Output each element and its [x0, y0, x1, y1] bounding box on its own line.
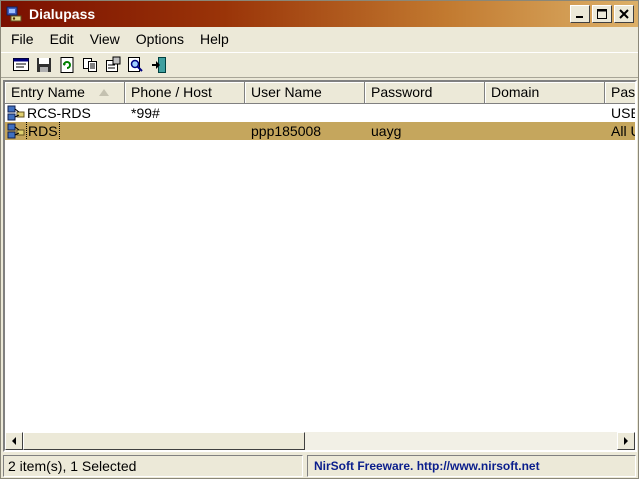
arrow-right-icon	[624, 437, 628, 445]
status-item-count: 2 item(s), 1 Selected	[3, 455, 303, 477]
title-bar[interactable]: Dialupass	[1, 1, 638, 27]
find-button[interactable]	[126, 55, 146, 75]
menu-file[interactable]: File	[3, 28, 42, 50]
scroll-right-button[interactable]	[617, 432, 635, 450]
refresh-button[interactable]	[57, 55, 77, 75]
window-title: Dialupass	[29, 6, 96, 22]
refresh-icon	[60, 57, 74, 73]
dialupass-app-icon	[5, 5, 23, 23]
sort-ascending-icon	[99, 89, 109, 96]
minimize-button[interactable]	[570, 5, 590, 23]
maximize-icon	[597, 9, 607, 19]
menu-help[interactable]: Help	[192, 28, 237, 50]
save-icon	[37, 58, 51, 72]
menu-view[interactable]: View	[82, 28, 128, 50]
table-row[interactable]: RCS-RDS *99# USE	[5, 104, 637, 122]
save-button[interactable]	[34, 55, 54, 75]
column-entry-name[interactable]: Entry Name	[5, 82, 125, 104]
menu-edit[interactable]: Edit	[42, 28, 82, 50]
exit-icon	[152, 57, 166, 73]
list-rows: RCS-RDS *99# USE RDS ppp185008 uayg All	[5, 104, 637, 140]
horizontal-scrollbar[interactable]	[5, 432, 635, 450]
table-row-selected[interactable]: RDS ppp185008 uayg All U	[5, 122, 635, 140]
arrow-left-icon	[12, 437, 16, 445]
copy-icon	[83, 58, 97, 72]
entry-name: RDS	[26, 122, 60, 140]
close-button[interactable]	[614, 5, 634, 23]
phone-host: *99#	[131, 105, 160, 121]
list-header: Entry Name Phone / Host User Name Passwo…	[5, 82, 635, 104]
user-name: ppp185008	[251, 123, 322, 139]
menu-bar: File Edit View Options Help	[1, 27, 638, 51]
column-password[interactable]: Password	[365, 82, 485, 104]
password: uayg	[371, 123, 402, 139]
pas: USE	[611, 105, 637, 121]
dialup-connection-icon	[7, 123, 25, 139]
close-icon	[619, 9, 629, 19]
pas: All U	[611, 123, 635, 139]
domain	[485, 104, 605, 122]
toolbar	[1, 52, 638, 78]
find-icon	[128, 57, 143, 72]
password	[365, 104, 485, 122]
domain	[485, 122, 605, 140]
copy-button[interactable]	[80, 55, 100, 75]
html-report-icon	[106, 56, 121, 72]
scroll-left-button[interactable]	[5, 432, 23, 450]
status-bar: 2 item(s), 1 Selected NirSoft Freeware. …	[1, 454, 638, 478]
column-pas[interactable]: Pas	[605, 82, 635, 104]
column-domain[interactable]: Domain	[485, 82, 605, 104]
exit-button[interactable]	[149, 55, 169, 75]
column-phone-host[interactable]: Phone / Host	[125, 82, 245, 104]
entries-list[interactable]: Entry Name Phone / Host User Name Passwo…	[3, 80, 637, 452]
window-controls	[570, 5, 634, 23]
nirsoft-link[interactable]: NirSoft Freeware. http://www.nirsoft.net	[307, 455, 636, 477]
scrollbar-thumb[interactable]	[23, 432, 305, 450]
entry-name: RCS-RDS	[27, 105, 91, 121]
phone-host	[125, 122, 245, 140]
dialup-connection-icon	[7, 105, 25, 121]
menu-options[interactable]: Options	[128, 28, 192, 50]
html-report-button[interactable]	[103, 55, 123, 75]
column-user-name[interactable]: User Name	[245, 82, 365, 104]
minimize-icon	[576, 16, 583, 18]
main-window: Dialupass File Edit View Options Help En…	[0, 0, 639, 479]
properties-button[interactable]	[11, 55, 31, 75]
user-name	[245, 104, 365, 122]
properties-icon	[13, 58, 29, 71]
maximize-button[interactable]	[592, 5, 612, 23]
